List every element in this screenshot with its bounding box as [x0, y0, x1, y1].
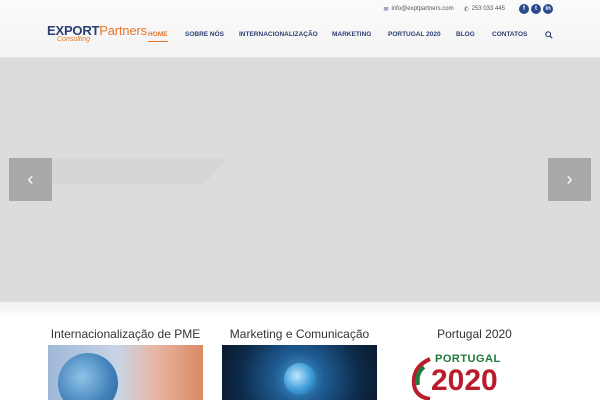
slider-prev-button[interactable]: ‹ [9, 158, 52, 201]
logo[interactable]: EXPORTPartners Consulting [47, 24, 147, 50]
feature-title-marketing[interactable]: Marketing e Comunicação [222, 327, 377, 341]
section-divider [0, 302, 600, 318]
feature-title-internacionalizacao[interactable]: Internacionalização de PME [48, 327, 203, 341]
feature-image-network[interactable] [222, 345, 377, 400]
chevron-right-icon: › [566, 169, 573, 189]
logo-subtitle: Consulting [57, 36, 91, 43]
slider-next-button[interactable]: › [548, 158, 591, 201]
nav-item-home[interactable]: HOME [148, 31, 168, 42]
email-text: info@exptpartners.com [391, 6, 454, 12]
twitter-icon[interactable]: t [531, 4, 541, 14]
portugal-2020-logo-mark [411, 357, 431, 400]
nav-item-blog[interactable]: BLOG [456, 31, 475, 38]
envelope-icon: ✉ [383, 6, 389, 13]
logo-partners-text: Partners [99, 23, 147, 38]
year-2020: 2020 [431, 364, 498, 397]
email-contact[interactable]: ✉ info@exptpartners.com [383, 6, 453, 13]
network-globe-image [284, 363, 316, 395]
feature-image-globe[interactable] [48, 345, 203, 400]
slide-caption-band [29, 159, 226, 184]
nav-item-marketing[interactable]: MARKETING [332, 31, 371, 38]
social-links: f t in [517, 4, 553, 14]
feature-image-portugal-2020[interactable]: PORTUGAL 2020 [397, 345, 552, 400]
nav-item-contatos[interactable]: CONTATOS [492, 31, 527, 38]
facebook-icon[interactable]: f [519, 4, 529, 14]
search-icon[interactable] [545, 31, 553, 39]
globe-image [58, 353, 118, 400]
nav-item-internacionalizacao[interactable]: INTERNACIONALIZAÇÃO [239, 31, 318, 38]
phone-contact[interactable]: ✆ 253 033 445 [464, 6, 505, 13]
feature-title-portugal-2020[interactable]: Portugal 2020 [397, 327, 552, 341]
nav-item-portugal-2020[interactable]: PORTUGAL 2020 [388, 31, 441, 38]
site-header: EXPORTPartners Consulting ✉ info@exptpar… [0, 0, 600, 58]
linkedin-icon[interactable]: in [543, 4, 553, 14]
chevron-left-icon: ‹ [27, 169, 34, 189]
phone-text: 253 033 445 [471, 6, 505, 12]
hero-slider: ‹ › [0, 58, 600, 302]
topbar: ✉ info@exptpartners.com ✆ 253 033 445 f … [373, 3, 553, 15]
nav-item-sobre-nos[interactable]: SOBRE NÓS [185, 31, 224, 38]
phone-icon: ✆ [463, 6, 469, 13]
